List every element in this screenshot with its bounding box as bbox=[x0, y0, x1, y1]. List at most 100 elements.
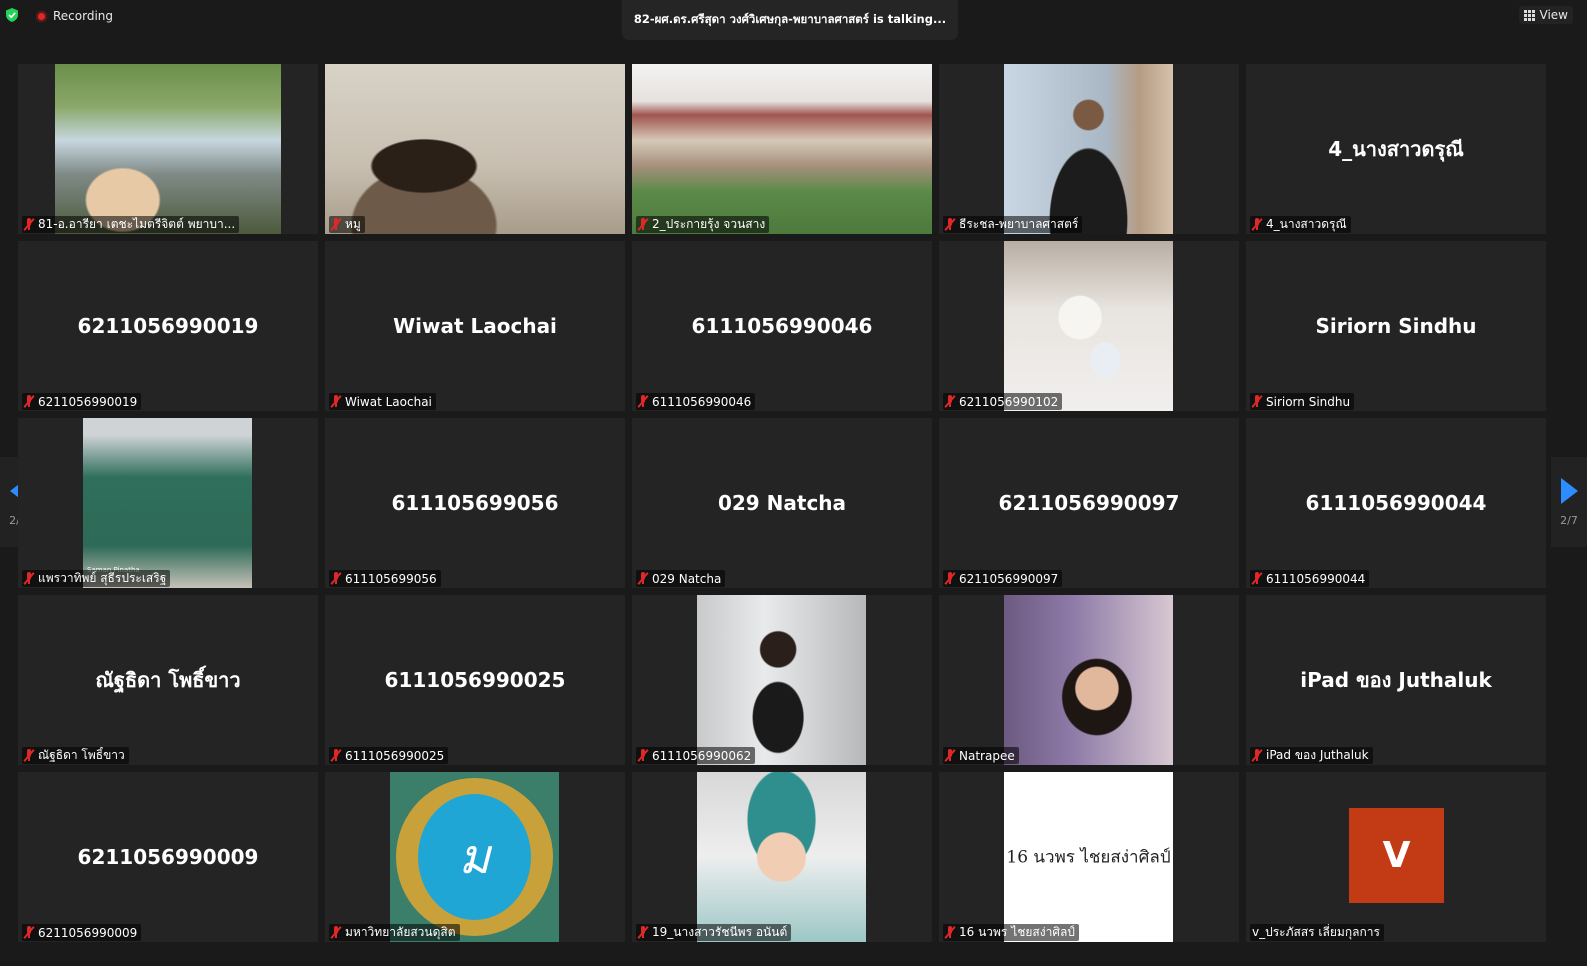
participant-tile[interactable]: 6111056990046 6111056990046 bbox=[632, 241, 932, 411]
mic-muted-icon bbox=[637, 572, 649, 585]
participant-name: Siriorn Sindhu bbox=[1266, 394, 1351, 409]
participant-label: 6111056990062 bbox=[636, 747, 756, 764]
participant-video bbox=[55, 64, 281, 234]
participant-display-name: 6211056990097 bbox=[998, 491, 1180, 515]
participant-tile[interactable]: 6211056990097 6211056990097 bbox=[939, 418, 1239, 588]
participant-name: iPad ของ Juthaluk bbox=[1266, 748, 1369, 762]
mic-muted-icon bbox=[944, 749, 956, 762]
recording-dot-icon bbox=[36, 10, 47, 22]
participant-label: 029 Natcha bbox=[636, 570, 726, 587]
mic-muted-icon bbox=[330, 749, 342, 762]
participant-name: 6211056990097 bbox=[959, 571, 1059, 586]
participant-tile[interactable]: 4_นางสาวดรุณี 4_นางสาวดรุณี bbox=[1246, 64, 1546, 234]
participant-label: มหาวิทยาลัยสวนดุสิต bbox=[329, 924, 460, 941]
mic-muted-icon bbox=[23, 395, 35, 408]
mic-muted-icon bbox=[23, 926, 35, 939]
participant-video bbox=[1004, 595, 1173, 765]
participant-name: ณัฐธิดา โพธิ์ขาว bbox=[38, 748, 125, 762]
grid-view-icon bbox=[1523, 9, 1535, 21]
participant-tile[interactable]: Siriorn Sindhu Siriorn Sindhu bbox=[1246, 241, 1546, 411]
participant-display-name: iPad ของ Juthaluk bbox=[1300, 668, 1492, 692]
participant-label: 6111056990044 bbox=[1250, 570, 1370, 587]
participant-name: Wiwat Laochai bbox=[345, 394, 432, 409]
mic-muted-icon bbox=[637, 395, 649, 408]
participant-name: 6111056990025 bbox=[345, 748, 445, 763]
mic-muted-icon bbox=[637, 749, 649, 762]
participant-tile[interactable]: ม มหาวิทยาลัยสวนดุสิต bbox=[325, 772, 625, 942]
participant-name: 6211056990019 bbox=[38, 394, 138, 409]
participant-label: 6211056990102 bbox=[943, 393, 1063, 410]
participant-label: ธีระชล-พยาบาลศาสตร์ bbox=[943, 216, 1083, 233]
active-speaker-banner: 82-ผศ.ดร.ศรีสุดา วงศ์วิเศษกุล-พยาบาลศาสต… bbox=[622, 0, 958, 40]
participant-video: ม bbox=[390, 772, 559, 942]
participant-name: มหาวิทยาลัยสวนดุสิต bbox=[345, 925, 456, 939]
participant-video: Saman Pinatha bbox=[83, 418, 252, 588]
participant-tile[interactable]: 6111056990025 6111056990025 bbox=[325, 595, 625, 765]
mic-muted-icon bbox=[23, 749, 35, 762]
security-shield-icon[interactable] bbox=[6, 8, 18, 22]
participant-tile[interactable]: 2_ประกายรุ้ง จวนสาง bbox=[632, 64, 932, 234]
participant-label: v_ประภัสสร เลี่ยมกุลการ bbox=[1250, 924, 1384, 941]
participant-grid: 81-อ.อารียา เตชะไมตรีจิตต์ พยาบา... หมู … bbox=[18, 64, 1562, 942]
participant-name: 6111056990062 bbox=[652, 748, 752, 763]
mic-muted-icon bbox=[1251, 218, 1263, 231]
participant-tile[interactable]: 19_นางสาวรัชนีพร อนันต์ bbox=[632, 772, 932, 942]
mic-muted-icon bbox=[23, 218, 35, 231]
participant-video bbox=[1004, 241, 1173, 411]
mic-muted-icon bbox=[330, 218, 342, 231]
participant-label: Wiwat Laochai bbox=[329, 393, 436, 410]
participant-display-name: 6111056990025 bbox=[384, 668, 566, 692]
participant-name: 611105699056 bbox=[345, 571, 437, 586]
participant-name: 6211056990009 bbox=[38, 925, 138, 940]
participant-tile[interactable]: V v_ประภัสสร เลี่ยมกุลการ bbox=[1246, 772, 1546, 942]
participant-tile[interactable]: Saman Pinatha แพรวาทิพย์ สุธีรประเสริฐ bbox=[18, 418, 318, 588]
participant-tile[interactable]: 6211056990019 6211056990019 bbox=[18, 241, 318, 411]
participant-tile[interactable]: ณัฐธิดา โพธิ์ขาว ณัฐธิดา โพธิ์ขาว bbox=[18, 595, 318, 765]
university-logo-glyph: ม bbox=[458, 829, 491, 885]
participant-tile[interactable]: iPad ของ Juthaluk iPad ของ Juthaluk bbox=[1246, 595, 1546, 765]
participant-tile[interactable]: ธีระชล-พยาบาลศาสตร์ bbox=[939, 64, 1239, 234]
participant-display-name: 029 Natcha bbox=[717, 491, 847, 515]
participant-tile[interactable]: 611105699056 611105699056 bbox=[325, 418, 625, 588]
participant-label: 16 นวพร ไชยสง่าศิลป์ bbox=[943, 924, 1079, 941]
participant-label: 611105699056 bbox=[329, 570, 441, 587]
participant-name: หมู bbox=[345, 217, 361, 231]
recording-indicator[interactable]: Recording bbox=[36, 8, 113, 24]
participant-label: Siriorn Sindhu bbox=[1250, 393, 1355, 410]
participant-video bbox=[697, 595, 866, 765]
participant-name: 6211056990102 bbox=[959, 394, 1059, 409]
participant-tile[interactable]: Wiwat Laochai Wiwat Laochai bbox=[325, 241, 625, 411]
participant-tile[interactable]: 16 นวพร ไชยสง่าศิลป์ 16 นวพร ไชยสง่าศิลป… bbox=[939, 772, 1239, 942]
participant-name: 6111056990044 bbox=[1266, 571, 1366, 586]
view-label: View bbox=[1539, 8, 1568, 22]
participant-tile[interactable]: 029 Natcha 029 Natcha bbox=[632, 418, 932, 588]
participant-name: 4_นางสาวดรุณี bbox=[1266, 217, 1347, 231]
view-button[interactable]: View bbox=[1518, 6, 1573, 24]
participant-tile[interactable]: Natrapee bbox=[939, 595, 1239, 765]
mic-muted-icon bbox=[944, 572, 956, 585]
participant-display-name: ณัฐธิดา โพธิ์ขาว bbox=[95, 668, 241, 692]
participant-tile[interactable]: 81-อ.อารียา เตชะไมตรีจิตต์ พยาบา... bbox=[18, 64, 318, 234]
participant-label: 81-อ.อารียา เตชะไมตรีจิตต์ พยาบา... bbox=[22, 216, 240, 233]
participant-display-name: Siriorn Sindhu bbox=[1315, 314, 1477, 338]
participant-label: 4_นางสาวดรุณี bbox=[1250, 216, 1351, 233]
participant-tile[interactable]: 6211056990009 6211056990009 bbox=[18, 772, 318, 942]
participant-name: 19_นางสาวรัชนีพร อนันต์ bbox=[652, 925, 788, 939]
mic-muted-icon bbox=[637, 926, 649, 939]
participant-tile[interactable]: 6111056990062 bbox=[632, 595, 932, 765]
participant-display-name: 6111056990044 bbox=[1305, 491, 1487, 515]
participant-label: 2_ประกายรุ้ง จวนสาง bbox=[636, 216, 770, 233]
participant-name: 81-อ.อารียา เตชะไมตรีจิตต์ พยาบา... bbox=[38, 217, 236, 231]
participant-tile[interactable]: 6111056990044 6111056990044 bbox=[1246, 418, 1546, 588]
arrow-right-icon bbox=[1560, 477, 1578, 504]
participant-name: Natrapee bbox=[959, 748, 1015, 763]
mic-muted-icon bbox=[944, 926, 956, 939]
participant-display-name: 16 นวพร ไชยสง่าศิลป์ bbox=[1006, 847, 1171, 868]
participant-display-name: 6211056990009 bbox=[77, 845, 259, 869]
participant-tile[interactable]: หมู bbox=[325, 64, 625, 234]
participant-label: แพรวาทิพย์ สุธีรประเสริฐ bbox=[22, 570, 171, 587]
participant-label: 6211056990097 bbox=[943, 570, 1063, 587]
participant-name: ธีระชล-พยาบาลศาสตร์ bbox=[959, 217, 1079, 231]
participant-tile[interactable]: 6211056990102 bbox=[939, 241, 1239, 411]
participant-label: iPad ของ Juthaluk bbox=[1250, 747, 1373, 764]
